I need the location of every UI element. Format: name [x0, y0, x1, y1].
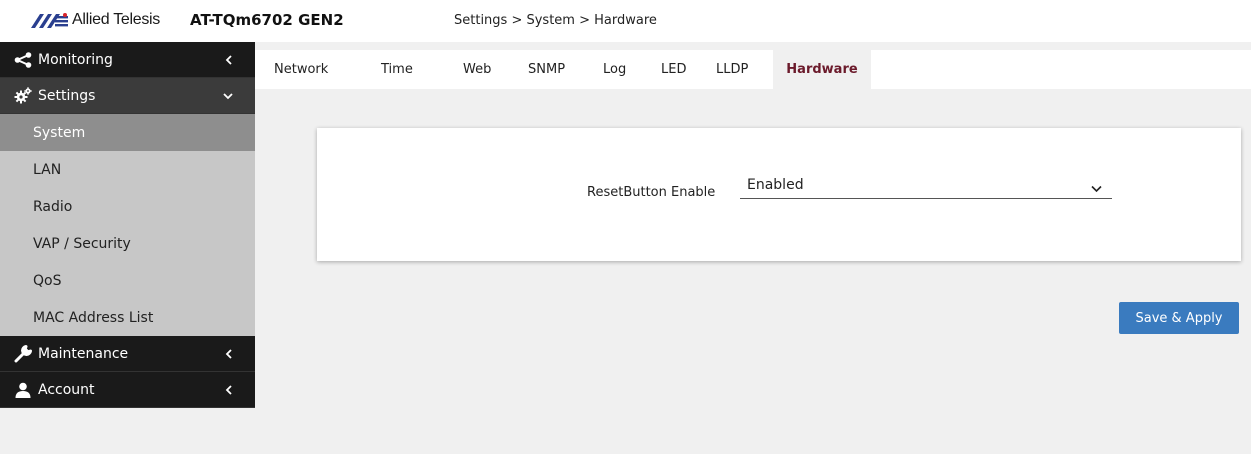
top-header: Allied Telesis AT-TQm6702 GEN2 Settings … [0, 0, 1251, 42]
reset-button-enable-select[interactable]: Enabled [740, 175, 1112, 199]
sidebar-item-maintenance[interactable]: Maintenance [0, 336, 255, 372]
user-icon [14, 381, 32, 399]
tab-hardware[interactable]: Hardware [773, 50, 871, 89]
device-model: AT-TQm6702 GEN2 [190, 11, 344, 29]
chevron-down-icon [1091, 181, 1102, 197]
save-apply-button[interactable]: Save & Apply [1119, 302, 1239, 334]
sidebar-item-system[interactable]: System [0, 114, 255, 151]
sidebar-item-label: Settings [38, 87, 96, 104]
chevron-left-icon [225, 372, 233, 408]
allied-telesis-logo-icon [31, 11, 69, 31]
sidebar-item-lan[interactable]: LAN [0, 151, 255, 188]
sidebar-item-account[interactable]: Account [0, 372, 255, 408]
sidebar: Monitoring Settings System LAN Radio VAP… [0, 42, 255, 454]
chevron-left-icon [225, 42, 233, 78]
breadcrumb: Settings > System > Hardware [454, 13, 657, 28]
tab-snmp[interactable]: SNMP [528, 50, 565, 89]
sidebar-item-monitoring[interactable]: Monitoring [0, 42, 255, 78]
sidebar-item-radio[interactable]: Radio [0, 188, 255, 225]
sidebar-item-label: Account [38, 381, 95, 398]
sidebar-item-vap-security[interactable]: VAP / Security [0, 225, 255, 262]
wrench-icon [14, 344, 32, 363]
tab-log[interactable]: Log [603, 50, 626, 89]
reset-button-enable-label: ResetButton Enable [587, 185, 716, 200]
sidebar-item-qos[interactable]: QoS [0, 262, 255, 299]
sidebar-item-label: Maintenance [38, 345, 129, 362]
hardware-settings-panel: ResetButton Enable Enabled [317, 128, 1241, 261]
tab-network[interactable]: Network [274, 50, 328, 89]
chevron-down-icon [223, 78, 233, 114]
tab-time[interactable]: Time [381, 50, 413, 89]
tab-lldp[interactable]: LLDP [716, 50, 748, 89]
gears-icon [14, 86, 32, 105]
brand-name: Allied Telesis [72, 11, 160, 28]
sidebar-item-label: Monitoring [38, 51, 113, 68]
share-icon [14, 51, 32, 69]
chevron-left-icon [225, 336, 233, 372]
tab-web[interactable]: Web [463, 50, 491, 89]
select-value: Enabled [747, 177, 804, 193]
tab-led[interactable]: LED [661, 50, 686, 89]
tab-bar: Network Time Web SNMP Log LED LLDP Hardw… [255, 50, 1251, 89]
sidebar-item-settings[interactable]: Settings [0, 78, 255, 114]
sidebar-item-mac-address-list[interactable]: MAC Address List [0, 299, 255, 336]
